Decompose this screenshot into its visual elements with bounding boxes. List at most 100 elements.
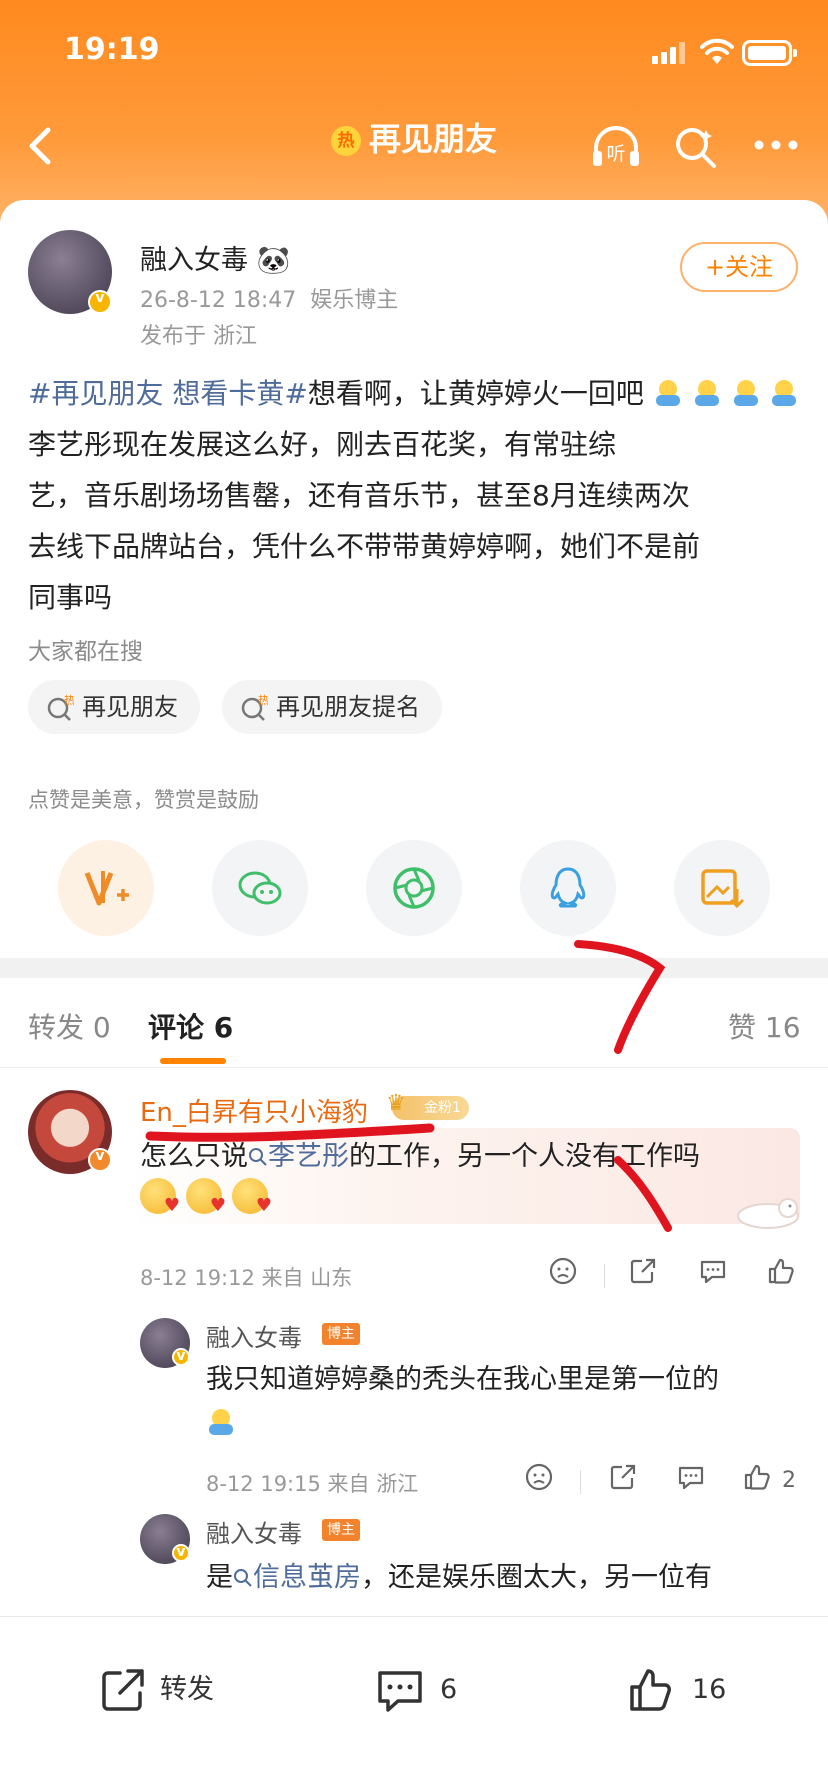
action-separator	[604, 1264, 605, 1288]
comment-meta: 8-12 19:12 来自 山东	[140, 1266, 353, 1290]
qq-icon	[550, 867, 586, 908]
keyword-link[interactable]: 信息茧房	[233, 1562, 361, 1593]
crown-icon: ♛	[386, 1091, 406, 1116]
repost-icon	[102, 1669, 144, 1711]
comment-icon[interactable]	[698, 1256, 728, 1286]
reply-like-count: 2	[782, 1468, 796, 1493]
post-line: 去线下品牌站台，凭什么不带带黄婷婷啊，她们不是前	[28, 530, 701, 563]
heart-emoji-icon	[232, 1178, 272, 1216]
hot-icon: 热	[330, 126, 361, 156]
author-badge: 博主	[322, 1519, 360, 1541]
hug-emoji-icon	[772, 380, 797, 406]
search-chip-label: 再见朋友提名	[276, 693, 420, 721]
author-badge: 博主	[322, 1323, 360, 1345]
bottom-action-bar: 转发 6 16	[0, 1616, 828, 1792]
reward-button[interactable]	[58, 840, 154, 936]
hashtag-link[interactable]: #再见朋友 想看卡黄#	[28, 377, 308, 410]
nav-bar: 热再见朋友 听	[0, 100, 828, 190]
comment-actions	[540, 1256, 802, 1296]
post-line: 艺，音乐剧场场售罄，还有音乐节，甚至8月连续两次	[28, 479, 690, 512]
share-qq-button[interactable]	[520, 840, 616, 936]
post-line: 同事吗	[28, 581, 113, 614]
tab-comments[interactable]: 评论 6	[148, 1006, 233, 1046]
image-download-icon	[701, 869, 745, 909]
page-title-text: 再见朋友	[368, 120, 497, 158]
tab-comments-count: 6	[213, 1011, 234, 1044]
v-plus-icon	[84, 871, 129, 906]
comments-button[interactable]: 6	[374, 1663, 484, 1717]
reply-text-part: ，还是娱乐圈太大，另一位有	[361, 1562, 712, 1593]
tabs-divider	[0, 1067, 828, 1068]
comment-icon[interactable]	[676, 1462, 706, 1492]
post-date: 26-8-12 18:47	[140, 288, 297, 313]
share-wechat-button[interactable]	[212, 840, 308, 936]
verified-badge-icon	[88, 290, 112, 314]
hug-emoji-icon	[733, 380, 758, 406]
share-icon[interactable]	[608, 1462, 638, 1492]
comment-text-part: 怎么只说	[140, 1141, 248, 1172]
likes-count: 16	[692, 1674, 727, 1705]
active-tab-indicator	[160, 1058, 226, 1064]
reply-text-part: 是	[206, 1562, 233, 1593]
search-icon[interactable]	[672, 124, 718, 170]
seal-sticker-icon	[737, 1198, 799, 1229]
reply-actions: 2	[520, 1462, 802, 1502]
author-name-text: 融入女毒	[140, 245, 248, 276]
reply-meta: 8-12 19:15 来自 浙江	[206, 1472, 419, 1496]
heart-emoji-icon	[140, 1178, 180, 1216]
keyword-text: 信息茧房	[253, 1562, 361, 1593]
search-chip-label: 再见朋友	[82, 693, 178, 721]
comment-text: 怎么只说 李艺彤的工作，另一个人没有工作吗	[140, 1134, 700, 1173]
signal-icon	[652, 42, 686, 64]
hug-emoji-icon	[655, 380, 680, 406]
post-meta: 26-8-12 18:47 娱乐博主	[140, 282, 398, 314]
dislike-face-icon[interactable]	[548, 1256, 578, 1286]
listen-headphone-icon[interactable]: 听	[590, 124, 642, 170]
post-line: 想看啊，让黄婷婷火一回吧	[307, 377, 644, 410]
like-icon	[630, 1669, 671, 1711]
wechat-icon	[238, 871, 282, 905]
status-time: 19:19	[64, 32, 160, 67]
like-button[interactable]: 16	[626, 1663, 746, 1717]
comment-tabs: 转发 0 评论 6 赞 16	[0, 978, 828, 1068]
comment-text-part: 的工作，另一个人没有工作吗	[349, 1141, 700, 1172]
comment-icon	[378, 1671, 422, 1712]
more-icon[interactable]	[752, 138, 800, 152]
like-icon[interactable]	[766, 1256, 796, 1286]
share-moments-button[interactable]	[366, 840, 462, 936]
search-chip[interactable]: 热 再见朋友提名	[222, 680, 442, 734]
share-icon[interactable]	[628, 1256, 658, 1286]
author-name[interactable]: 融入女毒 🐼	[140, 238, 290, 277]
post-text: #再见朋友 想看卡黄#想看啊，让黄婷婷火一回吧 李艺彤现在发展这么好，刚去百花奖…	[28, 368, 804, 623]
commenter-name[interactable]: En_白昇有只小海豹	[140, 1092, 368, 1129]
keyword-text: 李艺彤	[268, 1141, 349, 1172]
reply-author[interactable]: 融入女毒	[206, 1318, 302, 1353]
like-icon[interactable]	[742, 1462, 772, 1492]
tab-repost[interactable]: 转发 0	[28, 1006, 111, 1046]
repost-button[interactable]: 转发	[98, 1663, 228, 1717]
dislike-face-icon[interactable]	[524, 1462, 554, 1492]
hug-emoji-icon	[209, 1409, 233, 1435]
panda-icon: 🐼	[256, 245, 291, 276]
section-divider	[0, 958, 828, 978]
author-role: 娱乐博主	[310, 288, 399, 313]
moments-icon	[393, 867, 435, 909]
reply-author[interactable]: 融入女毒	[206, 1514, 302, 1549]
save-image-button[interactable]	[674, 840, 770, 936]
fan-level-badge: ♛ 金粉1	[386, 1092, 469, 1120]
post-line: 李艺彤现在发展这么好，刚去百花奖，有常驻综	[28, 428, 617, 461]
reply-text-content: 我只知道婷婷桑的秃头在我心里是第一位的	[206, 1364, 719, 1395]
hot-mark: 热	[258, 694, 268, 707]
heart-emoji-icon	[186, 1178, 226, 1216]
keyword-link[interactable]: 李艺彤	[248, 1141, 349, 1172]
tab-likes[interactable]: 赞 16	[728, 1006, 801, 1046]
emoji-row	[140, 1178, 278, 1218]
search-chip[interactable]: 热 再见朋友	[28, 680, 200, 734]
repost-label: 转发	[160, 1674, 214, 1705]
search-icon	[249, 1148, 267, 1166]
follow-button[interactable]: +关注	[680, 242, 798, 292]
verified-badge-icon	[172, 1544, 190, 1562]
battery-icon	[742, 40, 797, 66]
hot-search-icon: 热	[241, 694, 268, 721]
tab-comments-label: 评论	[148, 1011, 205, 1044]
